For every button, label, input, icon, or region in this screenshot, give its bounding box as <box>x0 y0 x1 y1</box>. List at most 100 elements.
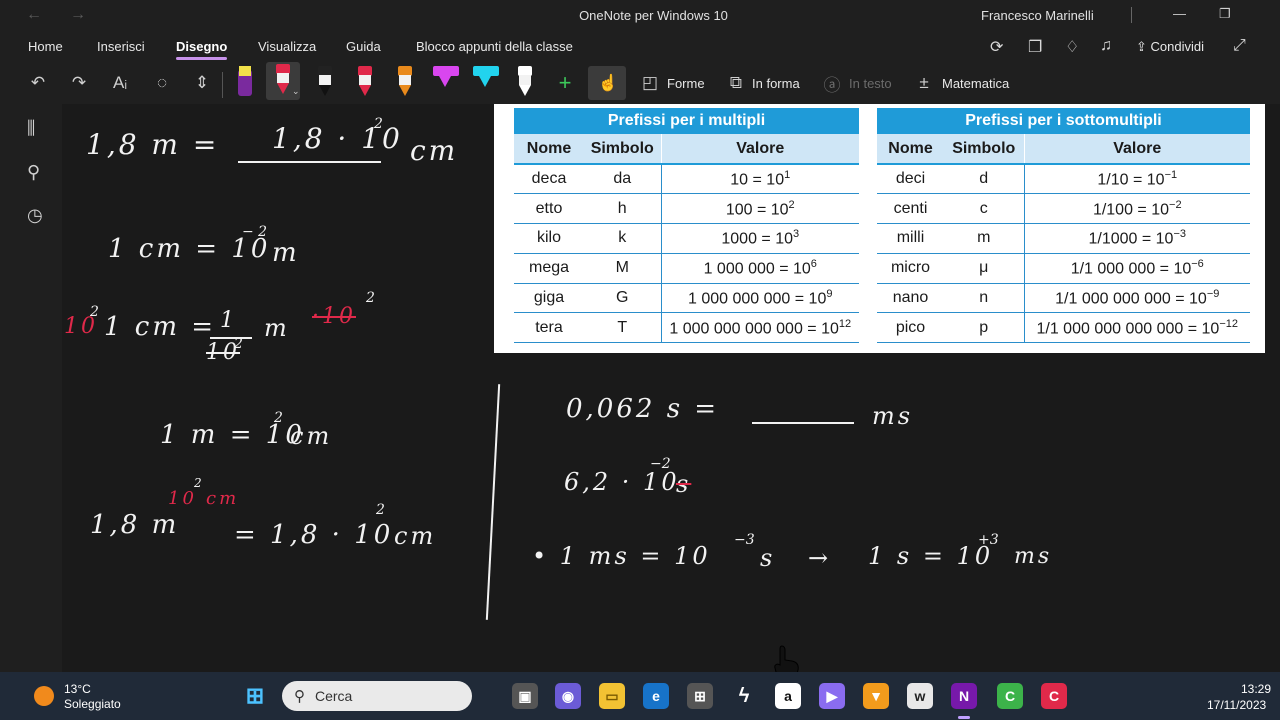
task-view-icon[interactable]: ▣ <box>512 683 538 709</box>
pen-red-selected[interactable]: ⌄ <box>266 62 300 100</box>
highlighter-magenta[interactable] <box>432 64 460 98</box>
valore-base: 1000 = 10 <box>721 230 793 248</box>
blank-underline <box>238 161 381 163</box>
ink-to-text-icon[interactable]: Aᵢ <box>106 68 134 98</box>
note-line-5-left: 1,8 m <box>90 510 180 540</box>
ink-to-text-button[interactable]: In testo <box>849 76 892 91</box>
teams-chat-icon[interactable]: ◉ <box>555 683 581 709</box>
valore-base: 1 000 000 000 = 10 <box>688 290 827 308</box>
lasso-select-icon[interactable]: ◌ <box>148 68 176 98</box>
cell-simbolo: d <box>944 164 1024 195</box>
cell-nome: milli <box>877 223 944 254</box>
minimize-icon[interactable]: — <box>1173 6 1186 21</box>
notebooks-icon[interactable]: ⫼ <box>27 118 35 139</box>
pen-black[interactable] <box>314 64 336 98</box>
cell-simbolo: p <box>944 312 1024 344</box>
valore-exponent: 3 <box>793 228 800 241</box>
pen-red[interactable] <box>354 64 376 98</box>
arrow-icon: → <box>808 544 832 572</box>
bell-icon[interactable]: ♫ <box>1100 37 1112 55</box>
cell-simbolo: k <box>584 223 661 254</box>
ink-to-shape-icon: ⧉ <box>729 73 743 92</box>
math-button[interactable]: Matematica <box>942 76 1009 91</box>
cell-nome: giga <box>514 283 584 314</box>
valore-base: 10 = 10 <box>730 171 785 189</box>
clipchamp-icon[interactable]: ▶ <box>819 683 845 709</box>
share-button[interactable]: ⇪ Condividi <box>1136 39 1204 55</box>
tab-blocco-appunti[interactable]: Blocco appunti della classe <box>416 39 573 54</box>
divider <box>222 72 223 98</box>
add-pen-icon[interactable]: + <box>551 68 579 98</box>
cell-valore: 100 = 102 <box>660 193 859 225</box>
sun-icon[interactable] <box>34 686 54 706</box>
recent-icon[interactable]: ◷ <box>27 205 43 226</box>
valore-exponent: −3 <box>1173 228 1186 241</box>
tab-disegno[interactable]: Disegno <box>176 39 228 60</box>
search-icon[interactable]: ⚲ <box>27 162 40 183</box>
tab-inserisci[interactable]: Inserisci <box>97 39 145 54</box>
valore-exponent: 1 <box>784 168 791 181</box>
lightbulb-icon[interactable]: ♢ <box>1065 37 1079 57</box>
clock-time[interactable]: 13:29 <box>1241 682 1271 696</box>
share-label: Condividi <box>1150 39 1204 54</box>
table-row: pico p 1/1 000 000 000 000 = 10−12 <box>877 312 1250 344</box>
valore-exponent: −6 <box>1191 258 1204 271</box>
camtasia-red-icon[interactable]: C <box>1041 683 1067 709</box>
note-line-3-num: 1 <box>220 308 237 333</box>
pages-icon[interactable]: ❐ <box>1028 37 1042 57</box>
add-space-icon[interactable]: ⇕ <box>188 68 216 98</box>
user-name[interactable]: Francesco Marinelli <box>981 8 1094 23</box>
ink-to-shape-button[interactable]: In forma <box>752 76 800 91</box>
math-icon: ± <box>919 73 929 92</box>
cell-valore: 1/10 = 10−1 <box>1023 164 1250 195</box>
highlighter-cyan[interactable] <box>472 64 500 98</box>
store-icon[interactable]: ⊞ <box>687 683 713 709</box>
onenote-icon[interactable]: N <box>951 683 977 709</box>
app-bolt-icon[interactable]: ϟ <box>731 683 757 709</box>
note-line-1-value: 1,8 · 10 <box>272 122 403 155</box>
note-line-3-cross-exp: 2 <box>366 290 375 306</box>
pen-purple[interactable] <box>234 64 256 98</box>
cell-valore: 1/1 000 000 = 10−6 <box>1023 253 1250 284</box>
shapes-button[interactable]: Forme <box>667 76 705 91</box>
note-line-3-red-exp: 2 <box>90 304 99 320</box>
taskbar: 13°C Soleggiato ⊞ ⚲ Cerca ▣ ◉ ▭ e ⊞ ϟ a … <box>0 672 1280 720</box>
pen-orange[interactable] <box>394 64 416 98</box>
search-icon: ⚲ <box>294 688 305 705</box>
tab-home[interactable]: Home <box>28 39 63 54</box>
undo-icon[interactable]: ↶ <box>24 68 52 98</box>
page-canvas[interactable]: Prefissi per i multipli Nome Simbolo Val… <box>62 104 1280 672</box>
note-line-4-unit: cm <box>290 422 333 450</box>
edge-browser-icon[interactable]: e <box>643 683 669 709</box>
note-right-4-exp: +3 <box>978 532 999 548</box>
sync-icon[interactable]: ⟳ <box>990 37 1003 57</box>
draw-with-touch-button[interactable]: ☝ <box>588 66 626 100</box>
restore-icon[interactable]: ❐ <box>1219 6 1231 22</box>
note-line-4-exp: 2 <box>274 410 283 426</box>
tab-visualizza[interactable]: Visualizza <box>258 39 316 54</box>
tab-guida[interactable]: Guida <box>346 39 381 54</box>
expand-icon[interactable]: ⤢ <box>1233 37 1246 55</box>
column-header: Simbolo <box>584 134 661 165</box>
clock-date[interactable]: 17/11/2023 <box>1207 698 1266 712</box>
valore-base: 100 = 10 <box>725 200 789 218</box>
pen-white[interactable] <box>514 64 536 98</box>
hand-cursor-icon <box>774 645 799 672</box>
taskbar-search[interactable]: ⚲ Cerca <box>282 681 472 711</box>
redo-icon[interactable]: ↷ <box>65 68 93 98</box>
note-right-2-exp: −2 <box>650 456 671 472</box>
vpn-icon[interactable]: ▼ <box>863 683 889 709</box>
weather-temperature[interactable]: 13°C <box>64 682 91 696</box>
note-right-2: 6,2 · 10 <box>564 468 680 496</box>
table-row: kilo k 1000 = 103 <box>514 223 859 254</box>
note-line-3-m: m <box>264 314 290 342</box>
windows-start-icon[interactable]: ⊞ <box>242 683 268 709</box>
writer-app-icon[interactable]: w <box>907 683 933 709</box>
cell-simbolo: m <box>944 223 1024 254</box>
camtasia-green-icon[interactable]: C <box>997 683 1023 709</box>
column-header: Nome <box>877 134 944 165</box>
amazon-icon[interactable]: a <box>775 683 801 709</box>
weather-description[interactable]: Soleggiato <box>64 697 121 711</box>
file-explorer-icon[interactable]: ▭ <box>599 683 625 709</box>
note-right-2-s: s <box>676 470 692 498</box>
